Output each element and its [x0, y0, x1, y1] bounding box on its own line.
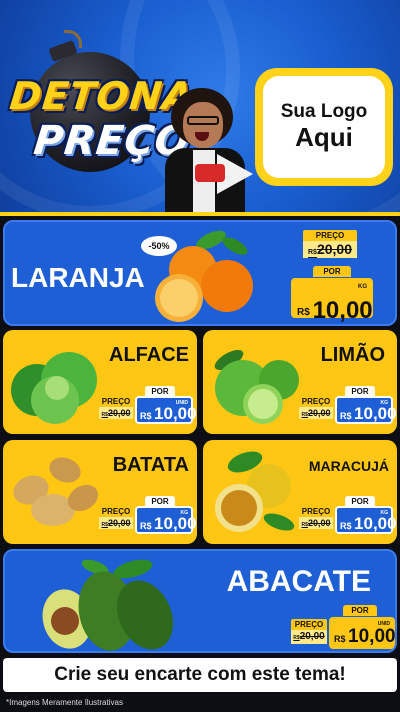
new-price-currency: R$ [297, 307, 310, 318]
old-price-label: PREÇO [299, 506, 333, 517]
lime-image [214, 349, 299, 424]
old-price: R$20,00 [291, 630, 327, 644]
price-unit: UNID [175, 400, 188, 406]
old-price-tag: PREÇO R$20,00 [303, 230, 357, 260]
new-price-value: 10,00 [312, 297, 373, 324]
old-price: R$20,00 [303, 241, 357, 258]
product-name: BATATA [112, 454, 189, 476]
old-price: R$20,00 [299, 407, 333, 419]
new-price: UNID R$ 10,00 [135, 396, 197, 424]
new-price: KG R$ 10,00 [135, 506, 197, 534]
price-tag: PREÇO R$20,00 POR KG R$ 10,00 [299, 496, 397, 536]
avocado-image [42, 559, 174, 651]
product-name: ALFACE [109, 344, 189, 366]
price-tag: PREÇO R$20,00 POR KG R$ 10,00 [299, 386, 397, 426]
new-price-currency: R$ [140, 521, 152, 531]
new-price: KG R$ 10,00 [335, 396, 397, 424]
old-price: R$20,00 [99, 517, 133, 529]
header-divider [0, 212, 400, 216]
lettuce-core [45, 376, 69, 400]
megaphone-body [195, 164, 225, 182]
price-unit: KG [358, 284, 367, 290]
old-price-label: PREÇO [299, 396, 333, 407]
orange [201, 260, 253, 312]
new-price-currency: R$ [334, 634, 346, 644]
old-price-value: 20,00 [299, 631, 325, 642]
logo-placeholder-line2: Aqui [295, 121, 353, 152]
old-price-currency: R$ [308, 249, 317, 256]
passion-fruit-pulp [221, 490, 257, 526]
lime-slice-pulp [248, 389, 278, 419]
new-price-tag: POR KG R$ 10,00 [291, 266, 373, 324]
price-unit: KG [380, 510, 389, 516]
price-unit: UNID [377, 621, 390, 627]
old-price-label: PREÇO [291, 619, 327, 630]
product-card-alface[interactable]: ALFACE PREÇO R$20,00 POR UNID R$ 10,00 [3, 330, 197, 434]
new-price: KG R$ 10,00 [335, 506, 397, 534]
leaf [263, 513, 295, 531]
old-price-value: 20,00 [107, 518, 131, 528]
new-price-label: POR [313, 266, 351, 277]
logo-placeholder[interactable]: Sua Logo Aqui [255, 68, 393, 186]
new-price: UNID R$ 10,00 [329, 617, 395, 649]
header-banner: DETONA PREÇO Sua Logo Aqui [0, 0, 400, 212]
product-name: MARACUJÁ [308, 458, 389, 474]
price-tag: PREÇO R$20,00 POR KG R$ 10,00 [99, 496, 197, 536]
price-unit: KG [380, 400, 389, 406]
logo-placeholder-inner: Sua Logo Aqui [263, 76, 385, 178]
new-price-currency: R$ [340, 411, 352, 421]
new-price-value: 10,00 [354, 514, 397, 533]
product-card-abacate[interactable]: ABACATE PREÇO R$20,00 POR UNID R$ 10,00 [3, 549, 397, 653]
new-price-label: POR [343, 605, 377, 616]
new-price-currency: R$ [140, 411, 152, 421]
old-price: R$20,00 [99, 407, 133, 419]
potato [49, 457, 81, 483]
logo-placeholder-line1: Sua Logo [280, 101, 368, 123]
woman-with-megaphone-image [165, 88, 255, 212]
glasses [187, 116, 219, 125]
new-price-currency: R$ [340, 521, 352, 531]
passion-fruit-image [215, 451, 295, 532]
avocado-seed [51, 607, 79, 635]
disclaimer-text: *Imagens Meramente Ilustrativas [6, 698, 123, 707]
product-card-batata[interactable]: BATATA PREÇO R$20,00 POR KG R$ 10,00 [3, 440, 197, 544]
megaphone-icon [195, 154, 253, 196]
product-name: ABACATE [226, 565, 371, 598]
old-price-value: 20,00 [316, 241, 352, 257]
price-tag: PREÇO R$20,00 POR UNID R$ 10,00 [99, 386, 197, 426]
old-price-value: 20,00 [107, 408, 131, 418]
new-price-value: 10,00 [154, 514, 197, 533]
new-price: KG R$ 10,00 [291, 278, 373, 324]
price-tag: PREÇO R$20,00 POR UNID R$ 10,00 [291, 605, 395, 651]
product-card-limao[interactable]: LIMÃO PREÇO R$20,00 POR KG R$ 10,00 [203, 330, 397, 434]
discount-badge: -50% [141, 236, 177, 256]
old-price: R$20,00 [299, 517, 333, 529]
new-price-value: 10,00 [348, 626, 396, 647]
price-unit: KG [180, 510, 189, 516]
new-price-value: 10,00 [354, 404, 397, 423]
old-price-label: PREÇO [99, 506, 133, 517]
lettuce-image [11, 352, 97, 424]
new-price-value: 10,00 [154, 404, 197, 423]
orange-slice-pulp [160, 279, 198, 317]
product-name: LARANJA [11, 262, 145, 293]
product-name: LIMÃO [320, 344, 385, 366]
cta-banner[interactable]: Crie seu encarte com este tema! [3, 658, 397, 692]
featured-product-card[interactable]: LARANJA -50% PREÇO R$20,00 POR KG R$ 10,… [3, 220, 397, 326]
old-price-label: PREÇO [99, 396, 133, 407]
product-card-maracuja[interactable]: MARACUJÁ PREÇO R$20,00 POR KG R$ 10,00 [203, 440, 397, 544]
old-price-label: PREÇO [303, 230, 357, 241]
old-price-value: 20,00 [307, 408, 331, 418]
potato-image [13, 457, 99, 526]
face [183, 102, 223, 148]
old-price-value: 20,00 [307, 518, 331, 528]
